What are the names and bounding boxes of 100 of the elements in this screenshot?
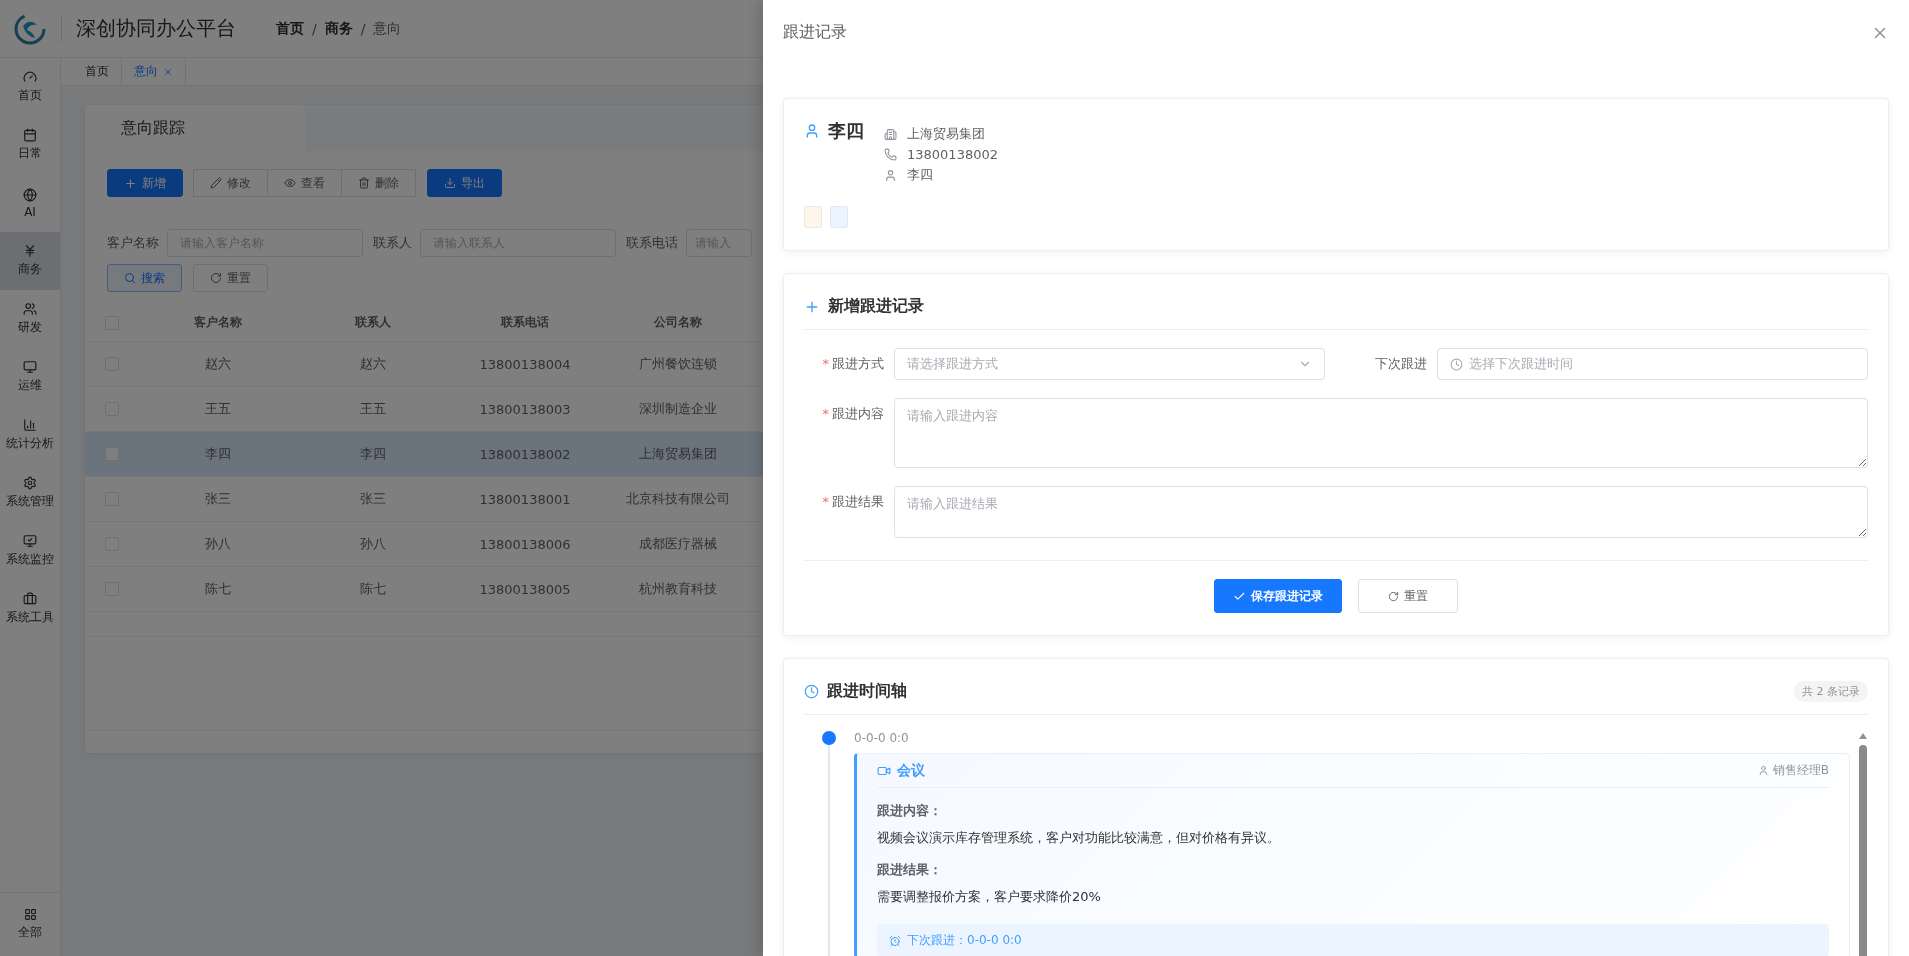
- next-followup: 下次跟进：0-0-0 0:0: [877, 924, 1829, 956]
- record-count: 共 2 条记录: [1794, 681, 1868, 702]
- content-text: 视频会议演示库存管理系统，客户对功能比较满意，但对价格有异议。: [877, 829, 1281, 847]
- company-name: 上海贸易集团: [907, 125, 985, 143]
- sidebar-item[interactable]: 日常: [0, 116, 60, 174]
- menu-icon: [23, 418, 37, 432]
- table-cell-text: 李四: [358, 445, 387, 463]
- pencil-icon: [210, 177, 222, 189]
- menu-icon: [23, 128, 37, 142]
- table-cell-text: 上海贸易集团: [638, 445, 718, 463]
- table-cell-text: 陈七: [358, 580, 387, 598]
- sidebar-item[interactable]: 运维: [0, 348, 60, 406]
- card-tab[interactable]: 意向跟踪: [85, 105, 305, 151]
- section-title: 跟进时间轴: [827, 681, 907, 702]
- delete-button[interactable]: 删除: [341, 169, 416, 197]
- save-button[interactable]: 保存跟进记录: [1214, 579, 1342, 613]
- sidebar-item[interactable]: 研发: [0, 290, 60, 348]
- table-row[interactable]: 陈七 陈七 13800138005 杭州教育科技: [85, 567, 763, 612]
- breadcrumb-link[interactable]: 商务: [324, 19, 353, 38]
- page-tab[interactable]: 意向: [122, 58, 186, 85]
- sidebar-item[interactable]: 首页: [0, 58, 60, 116]
- reset-button[interactable]: 重置: [193, 264, 268, 292]
- refresh-icon: [210, 272, 222, 284]
- eye-icon: [284, 177, 296, 189]
- field-label: * 跟进结果: [821, 493, 884, 511]
- column-header: 联系电话: [499, 314, 550, 331]
- download-icon: [444, 177, 456, 189]
- sidebar-item[interactable]: 商务: [0, 232, 60, 290]
- content-label: 跟进内容：: [877, 802, 943, 820]
- table-cell-text: 北京科技有限公司: [625, 490, 731, 508]
- column-header: 公司名称: [653, 314, 703, 331]
- clock-icon: [804, 684, 819, 699]
- add-button[interactable]: 新增: [107, 169, 183, 197]
- menu-icon: [23, 592, 37, 606]
- reset-button[interactable]: 重置: [1358, 579, 1458, 613]
- edit-button[interactable]: 修改: [193, 169, 268, 197]
- export-button[interactable]: 导出: [427, 169, 502, 197]
- select-field[interactable]: 请选择跟进方式: [894, 348, 1325, 380]
- table-row[interactable]: 张三 张三 13800138001 北京科技有限公司: [85, 477, 763, 522]
- customer-name: 李四: [828, 119, 864, 143]
- table-cell-text: 孙八: [358, 535, 387, 553]
- user-icon: [884, 168, 897, 182]
- table-cell-text: 13800138001: [478, 491, 572, 507]
- alarm-clock-icon: [889, 934, 901, 947]
- filter-label: 客户名称: [107, 234, 159, 252]
- table-row[interactable]: 赵六 赵六 13800138004 广州餐饮连锁: [85, 342, 763, 387]
- menu-icon: [23, 360, 37, 374]
- building-icon: [884, 127, 897, 141]
- plus-icon: [124, 176, 137, 190]
- sidebar-item[interactable]: 全部: [0, 892, 60, 956]
- entry-type: 会议: [897, 761, 925, 780]
- table-cell-text: 孙八: [203, 535, 232, 553]
- column-header: 客户名称: [192, 314, 243, 331]
- textarea-field[interactable]: 请输入跟进结果: [894, 486, 1868, 538]
- timeline-dot: [822, 731, 836, 745]
- table-row[interactable]: 王五 王五 13800138003 深圳制造企业: [85, 387, 763, 432]
- search-button[interactable]: 搜索: [107, 264, 182, 292]
- table-cell-text: 深圳制造企业: [638, 400, 718, 418]
- sidebar-item[interactable]: 统计分析: [0, 406, 60, 464]
- view-button[interactable]: 查看: [267, 169, 342, 197]
- table-cell-text: 赵六: [358, 355, 387, 373]
- breadcrumb-link[interactable]: 首页: [276, 19, 304, 38]
- table-cell-text: 王五: [203, 400, 232, 418]
- table-cell-text: 13800138002: [478, 446, 572, 462]
- breadcrumb-link[interactable]: 意向: [373, 19, 402, 38]
- close-icon[interactable]: [163, 66, 173, 77]
- menu-icon: [23, 302, 37, 316]
- table-cell-text: 13800138004: [478, 356, 572, 372]
- filter-label: 联系人: [373, 234, 412, 252]
- user-icon: [804, 123, 820, 139]
- sidebar-item[interactable]: 系统管理: [0, 464, 60, 522]
- clock-icon: [1450, 357, 1463, 371]
- menu-icon: [23, 187, 37, 202]
- date-field[interactable]: 选择下次跟进时间: [1437, 348, 1868, 380]
- filter-label: 联系电话: [626, 234, 678, 252]
- owner-name: 销售经理B: [1772, 762, 1829, 779]
- app-title: 深创协同办公平台: [61, 15, 236, 42]
- table-cell-text: 李四: [203, 445, 232, 463]
- field-label: * 跟进方式: [821, 355, 884, 373]
- breadcrumb-separator: /: [312, 20, 317, 37]
- sidebar-item[interactable]: 系统工具: [0, 580, 60, 638]
- table-row[interactable]: 孙八 孙八 13800138006 成都医疗器械: [85, 522, 763, 567]
- breadcrumb-separator: /: [360, 20, 366, 37]
- phone-icon: [884, 148, 897, 161]
- phone-number: 13800138002: [907, 147, 998, 162]
- sidebar-item[interactable]: AI: [0, 174, 60, 232]
- table-cell-text: 13800138005: [478, 581, 572, 597]
- table-cell-text: 成都医疗器械: [638, 535, 718, 553]
- menu-icon: [23, 476, 37, 490]
- column-header: 联系人: [353, 314, 392, 331]
- page-tab[interactable]: 首页: [73, 58, 122, 85]
- result-label: 跟进结果：: [877, 861, 943, 879]
- sidebar-item[interactable]: 系统监控: [0, 522, 60, 580]
- table-cell-text: 杭州教育科技: [638, 580, 718, 598]
- search-icon: [124, 272, 136, 284]
- drawer-title: 跟进记录: [783, 22, 847, 43]
- table-cell-text: 13800138006: [478, 536, 572, 552]
- menu-icon: [23, 534, 37, 548]
- textarea-field[interactable]: 请输入跟进内容: [894, 398, 1868, 468]
- table-row[interactable]: 李四 李四 13800138002 上海贸易集团: [85, 432, 763, 477]
